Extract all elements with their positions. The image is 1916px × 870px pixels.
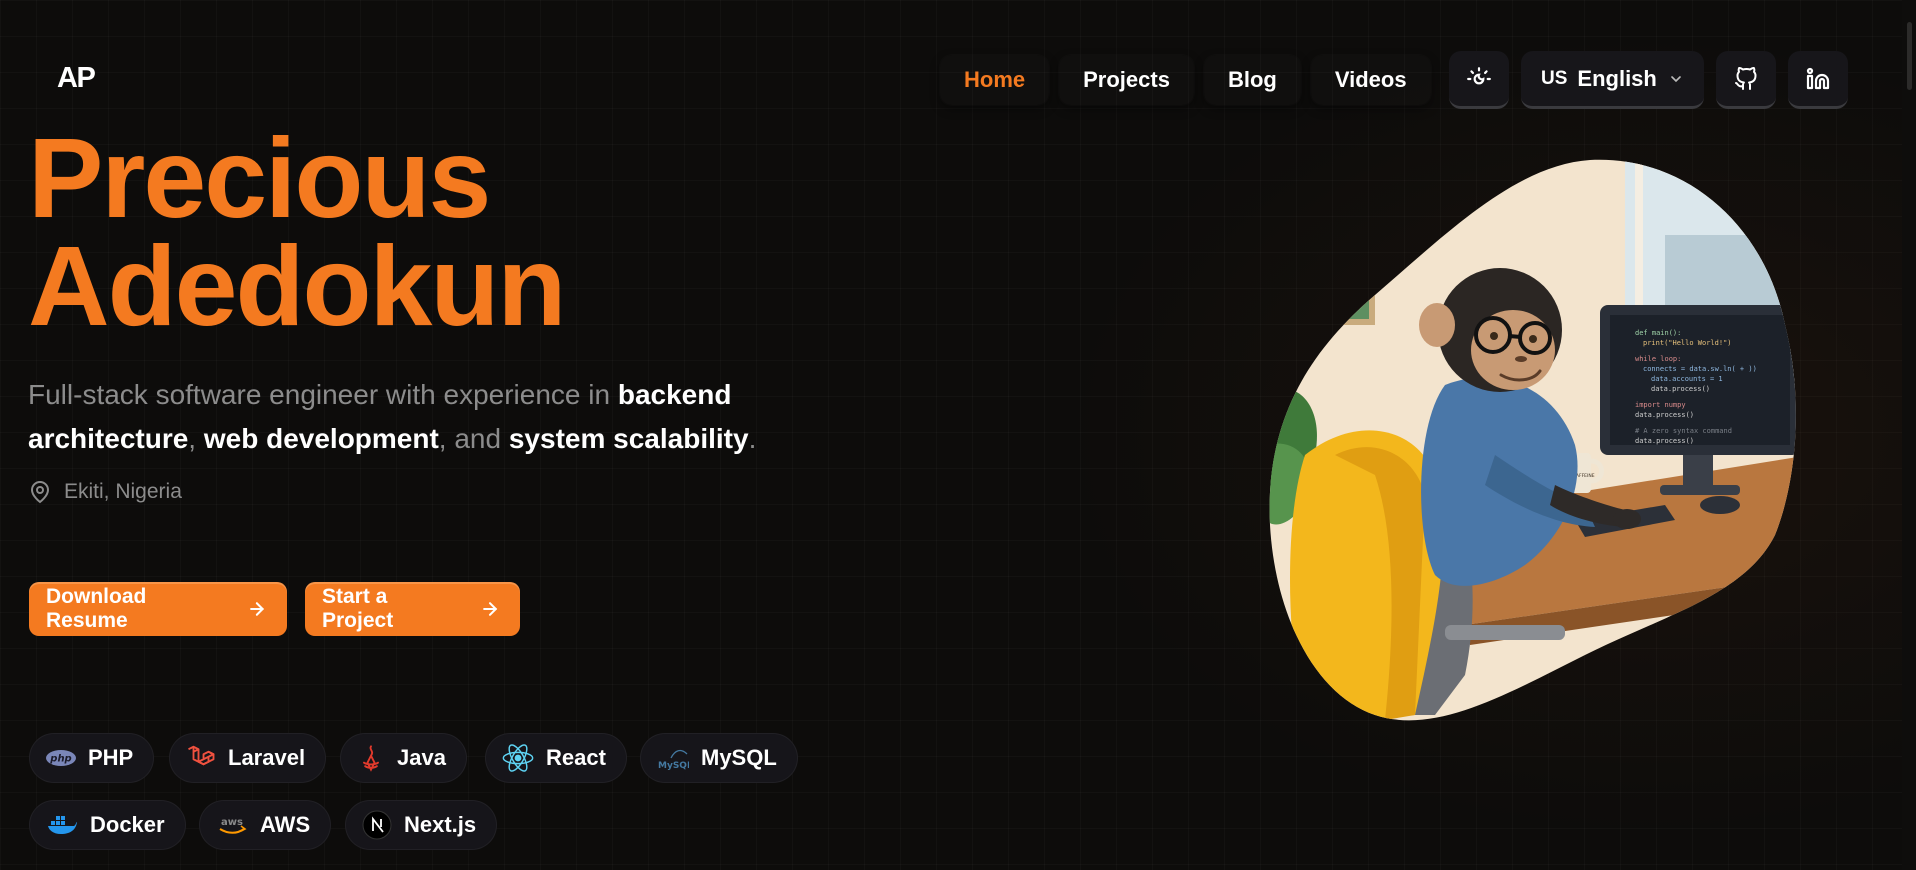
- tech-label: React: [546, 745, 606, 770]
- tech-badge-aws: aws AWS: [199, 800, 332, 850]
- bio-skill-architecture: architecture: [28, 423, 189, 454]
- tech-badge-java: Java: [340, 733, 467, 783]
- code-line: data.process(): [1651, 385, 1710, 393]
- code-line: while loop:: [1635, 355, 1681, 363]
- tech-label: Next.js: [404, 812, 477, 837]
- main-nav: Home Projects Blog Videos: [940, 55, 1431, 105]
- bio-suffix: .: [748, 423, 757, 454]
- code-line: data.process(): [1635, 411, 1694, 419]
- tech-label: AWS: [260, 812, 311, 837]
- github-button[interactable]: [1716, 51, 1776, 109]
- code-line: print("Hello World!"): [1643, 339, 1732, 347]
- bio-skill-system-scalability: system scalability: [508, 423, 749, 454]
- svg-text:aws: aws: [221, 817, 243, 828]
- bio-separator: , and: [438, 423, 509, 454]
- hero-name: Precious Adedokun: [28, 122, 566, 343]
- laravel-icon: [188, 745, 215, 766]
- code-line: import numpy: [1635, 401, 1686, 409]
- tech-label: Docker: [90, 812, 165, 837]
- scrollbar-thumb[interactable]: [1907, 22, 1912, 90]
- nav-home[interactable]: Home: [940, 55, 1049, 105]
- site-logo[interactable]: AP: [57, 62, 96, 95]
- tech-label: Laravel: [228, 745, 306, 770]
- docker-icon: [48, 816, 77, 834]
- location-text: Ekiti, Nigeria: [64, 480, 182, 503]
- code-line: data.accounts = 1: [1651, 375, 1723, 383]
- language-select[interactable]: US English: [1521, 51, 1704, 109]
- scrollbar[interactable]: [1902, 0, 1916, 870]
- hero-illustration: def main(): print("Hello World!") while …: [1265, 155, 1810, 725]
- location: Ekiti, Nigeria: [28, 480, 182, 504]
- name-last: Adedokun: [28, 223, 566, 349]
- svg-text:php: php: [49, 754, 71, 765]
- java-icon: [363, 745, 379, 772]
- code-line: data.process(): [1635, 437, 1694, 445]
- arrow-right-icon: [483, 602, 498, 616]
- language-code: US: [1541, 67, 1568, 89]
- linkedin-button[interactable]: [1788, 51, 1848, 109]
- tech-label: Java: [397, 745, 446, 770]
- nav-videos[interactable]: Videos: [1311, 55, 1431, 105]
- tech-badge-nextjs: Next.js: [345, 800, 498, 850]
- nav-projects[interactable]: Projects: [1059, 55, 1194, 105]
- nav-blog[interactable]: Blog: [1204, 55, 1301, 105]
- download-resume-label: Download Resume: [46, 585, 147, 632]
- tech-label: PHP: [88, 745, 134, 770]
- mysql-icon: MySQL: [658, 749, 689, 771]
- code-line: # A zero syntax command: [1635, 427, 1732, 435]
- github-icon: [1735, 66, 1757, 90]
- map-pin-icon: [30, 481, 50, 504]
- linkedin-icon: [1806, 67, 1830, 89]
- code-line: def main():: [1635, 329, 1681, 337]
- tech-label: MySQL: [701, 745, 777, 770]
- php-icon: php: [46, 750, 76, 766]
- chevron-down-icon: [1671, 75, 1681, 82]
- react-icon: [502, 744, 534, 772]
- hero-bio: Full-stack software engineer with experi…: [28, 373, 808, 461]
- language-label: English: [1577, 65, 1657, 91]
- arrow-right-icon: [250, 602, 265, 616]
- bio-skill-web-development: web development: [203, 423, 439, 454]
- code-line: connects = data.sw.ln( + )): [1643, 365, 1757, 373]
- bio-separator: ,: [188, 423, 204, 454]
- start-project-label: Start a Project: [322, 585, 394, 632]
- chimp-coder-illustration: def main(): print("Hello World!") while …: [1269, 159, 1796, 721]
- tech-badge-react: React: [485, 733, 627, 783]
- tech-badge-docker: Docker: [29, 800, 186, 850]
- start-project-button[interactable]: Start a Project: [305, 582, 520, 636]
- bio-skill-backend: backend: [617, 379, 732, 410]
- theme-toggle-icon: [1467, 66, 1491, 84]
- theme-toggle-button[interactable]: [1449, 51, 1509, 109]
- tech-badge-mysql: MySQL MySQL: [640, 733, 798, 783]
- bio-text: Full-stack software engineer with experi…: [28, 379, 618, 410]
- svg-text:MySQL: MySQL: [658, 761, 689, 771]
- tech-badge-laravel: Laravel: [169, 733, 327, 783]
- aws-icon: aws: [219, 817, 247, 834]
- download-resume-button[interactable]: Download Resume: [29, 582, 287, 636]
- tech-badge-php: php PHP: [29, 733, 155, 783]
- nextjs-icon: [362, 810, 392, 840]
